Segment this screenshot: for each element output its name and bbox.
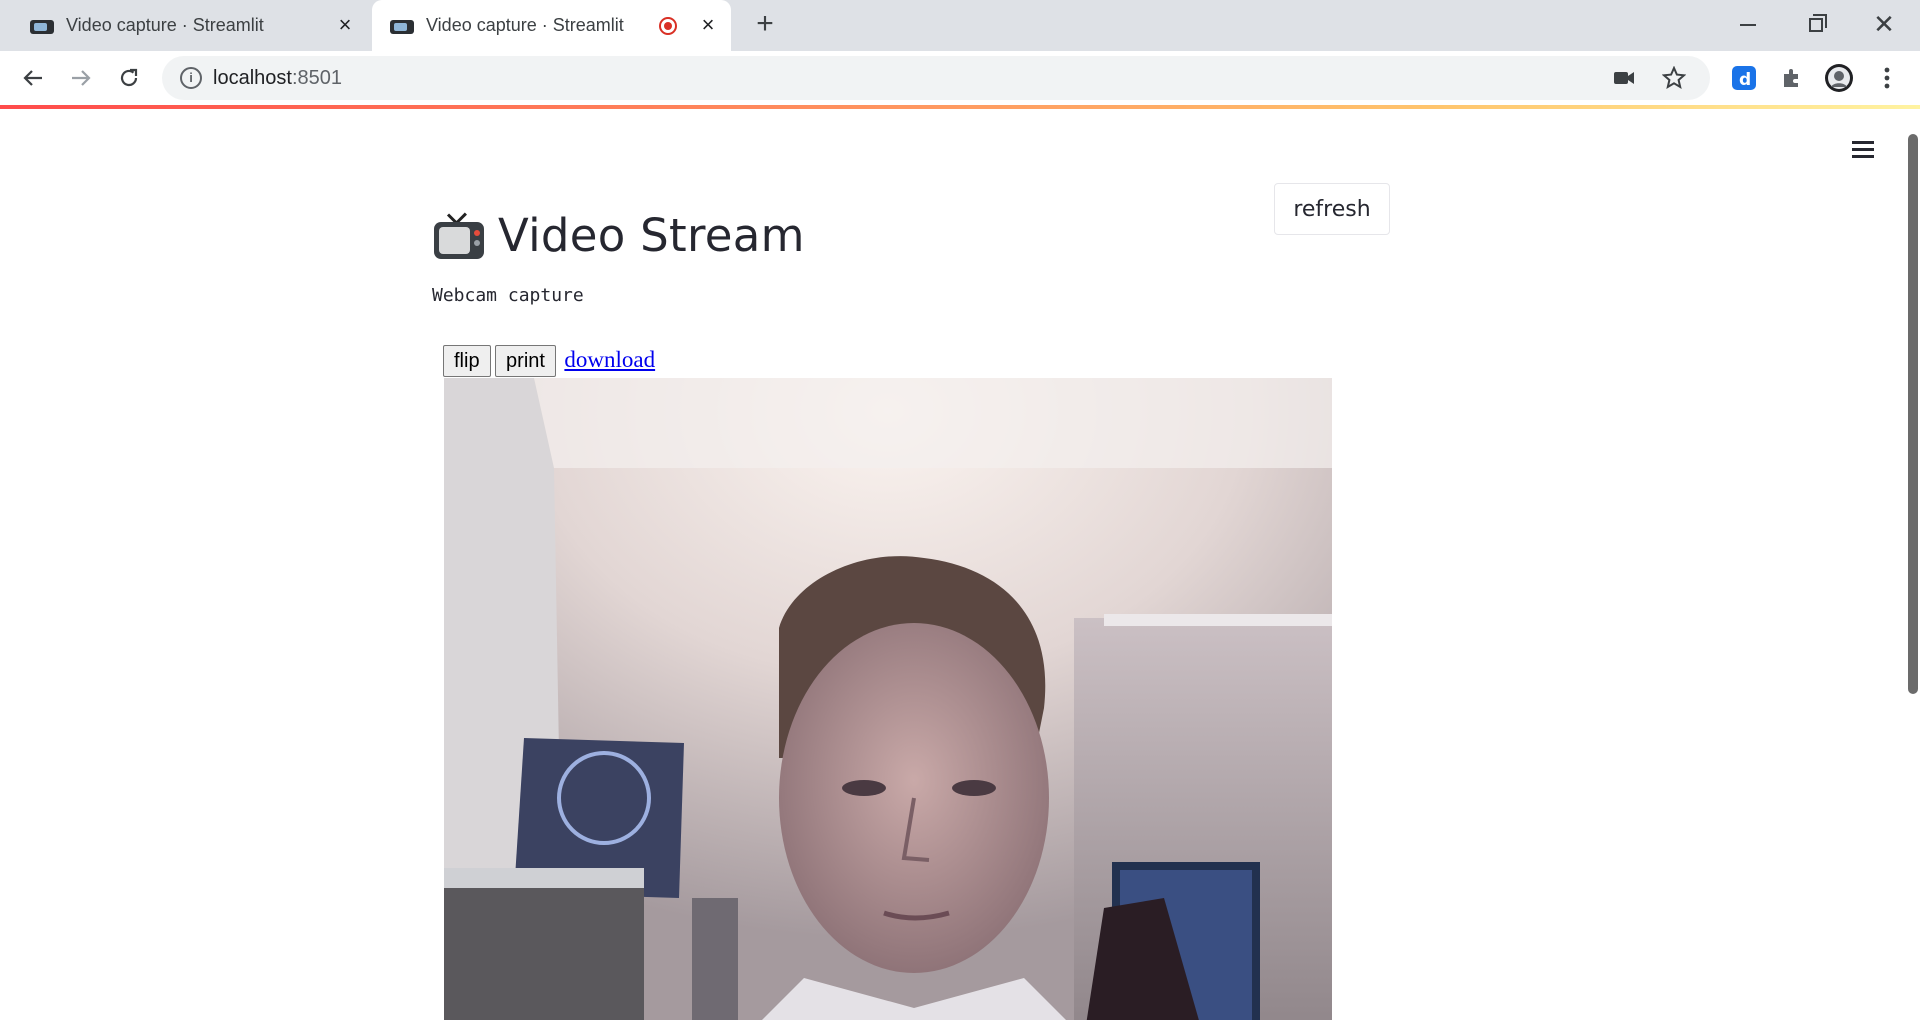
forward-arrow-icon [72,70,91,86]
tv-favicon-icon [390,18,414,34]
caption-text: Webcam capture [432,285,584,306]
tab-active[interactable]: Video capture · Streamlit × [372,0,731,51]
url-text[interactable]: localhost:8501 [213,67,342,90]
page-title: Video Stream [434,209,805,262]
tab-close-icon[interactable]: × [334,14,356,36]
url-port: :8501 [291,67,342,89]
tv-favicon-icon [30,18,54,34]
tab-title: Video capture · Streamlit [426,15,624,35]
page-scrollbar[interactable] [1908,134,1918,694]
puzzle-extensions-icon[interactable] [1777,63,1807,93]
tab-close-icon[interactable]: × [697,14,719,36]
reload-button[interactable] [114,63,144,93]
new-tab-button[interactable]: + [750,9,780,40]
profile-avatar-icon[interactable] [1824,63,1854,93]
webcam-component-controls: flip print download [443,345,655,377]
address-bar[interactable]: i localhost:8501 [162,56,1710,100]
tab-inactive[interactable]: Video capture · Streamlit × [0,0,368,51]
webcam-video [444,378,1332,1020]
restore-icon [1809,13,1827,32]
page-title-text: Video Stream [498,209,805,262]
download-link[interactable]: download [564,345,655,375]
url-host: localhost [213,67,292,89]
back-arrow-icon [23,70,42,86]
restore-button[interactable] [1788,6,1844,42]
app-content: refresh Video Stream Webcam capture flip… [0,109,1920,1020]
tab-title: Video capture · Streamlit [66,15,264,35]
hamburger-menu-icon[interactable] [1852,138,1878,160]
refresh-button[interactable]: refresh [1274,183,1390,235]
minimize-button[interactable] [1720,6,1776,42]
tv-icon [434,212,484,259]
browser-toolbar: i localhost:8501 d [0,51,1920,105]
reload-icon [120,68,138,87]
window-close-button[interactable]: ✕ [1856,6,1912,42]
back-button[interactable] [18,63,48,93]
svg-text:d: d [1739,70,1751,90]
tab-strip: Video capture · Streamlit × Video captur… [0,0,1920,51]
kebab-menu-icon[interactable] [1872,63,1902,93]
flip-button[interactable]: flip [443,345,491,377]
forward-button[interactable] [66,63,96,93]
star-icon[interactable] [1662,66,1686,90]
webcam-frame-image [444,378,1332,1020]
recording-indicator-icon [659,17,677,35]
camera-icon[interactable] [1612,66,1636,90]
print-button[interactable]: print [495,345,556,377]
d-extension-icon[interactable]: d [1729,63,1759,93]
site-info-icon[interactable]: i [180,67,202,89]
minimize-icon [1740,23,1756,26]
